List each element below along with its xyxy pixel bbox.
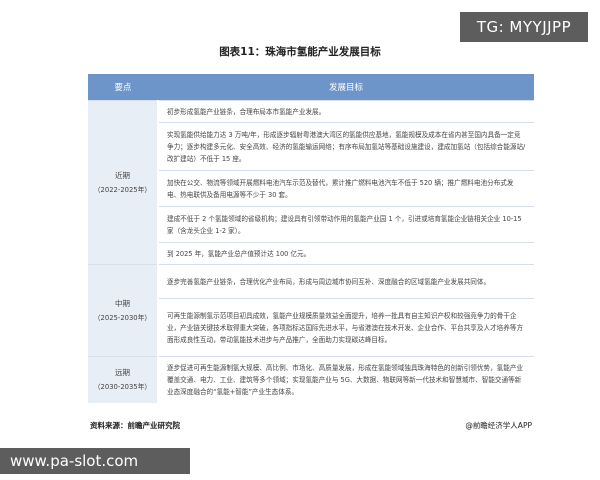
goal-cell: 到 2025 年，氢能产业总产值预计达 100 亿元。 xyxy=(158,242,534,265)
period-years: （2022-2025年） xyxy=(93,185,152,194)
goal-cell: 可再生能源制氢示范项目初具成效，氢能产业规模质量效益全面提升，培养一批具有自主知… xyxy=(158,298,534,357)
header-key-points: 要点 xyxy=(88,74,158,101)
goal-cell: 逐步促进可再生能源制氢大规模、高比例、市场化、高质量发展，形成在氢能领域独具珠海… xyxy=(158,356,534,403)
header-goals: 发展目标 xyxy=(158,74,534,101)
period-name: 中期 xyxy=(115,298,130,308)
site-watermark: www.pa-slot.com xyxy=(0,448,190,474)
goal-cell: 逐步完善氢能产业链条，合理优化产业布局，形成与周边城市协同互补、深度融合的区域氢… xyxy=(158,264,534,299)
period-name: 近期 xyxy=(115,170,130,180)
period-near: 近期 （2022-2025年） xyxy=(88,100,159,265)
brand-note: @前瞻经济学人APP xyxy=(465,421,532,430)
period-far: 远期 （2030-2035年） xyxy=(88,356,159,403)
period-years: （2030-2035年） xyxy=(93,382,152,391)
table-row: 中期 （2025-2030年） 逐步完善氢能产业链条，合理优化产业布局，形成与周… xyxy=(88,264,534,357)
goal-cell: 建成不低于 2 个氢能领域的省级机构；建设具有引领带动作用的氢能产业园 1 个，… xyxy=(158,206,534,243)
source-note: 资料来源：前瞻产业研究院 xyxy=(90,421,180,430)
figure-title: 图表11：珠海市氢能产业发展目标 xyxy=(219,46,381,58)
period-mid: 中期 （2025-2030年） xyxy=(88,264,159,357)
table-row: 远期 （2030-2035年） 逐步促进可再生能源制氢大规模、高比例、市场化、高… xyxy=(88,356,534,403)
goal-cell: 加快在公交、物流等领域开展燃料电池汽车示范及替代，累计推广燃料电池汽车不低于 5… xyxy=(158,170,534,207)
goal-cell: 实现氢能供给能力达 3 万吨/年，形成逐步辐射粤港澳大湾区的氢能供应基地，氢能规… xyxy=(158,122,534,171)
tg-badge: TG: MYYJJPP xyxy=(460,12,588,42)
table-header-row: 要点 发展目标 xyxy=(88,74,534,101)
goal-cell: 初步形成氢能产业链条，合理布局本市氢能产业发展。 xyxy=(158,100,534,123)
goals-table: 要点 发展目标 近期 （2022-2025年） 初步形成氢能产业链条，合理布局本… xyxy=(88,74,534,403)
table-row: 近期 （2022-2025年） 初步形成氢能产业链条，合理布局本市氢能产业发展。 xyxy=(88,100,534,265)
period-name: 远期 xyxy=(115,367,130,377)
period-years: （2025-2030年） xyxy=(93,313,152,322)
